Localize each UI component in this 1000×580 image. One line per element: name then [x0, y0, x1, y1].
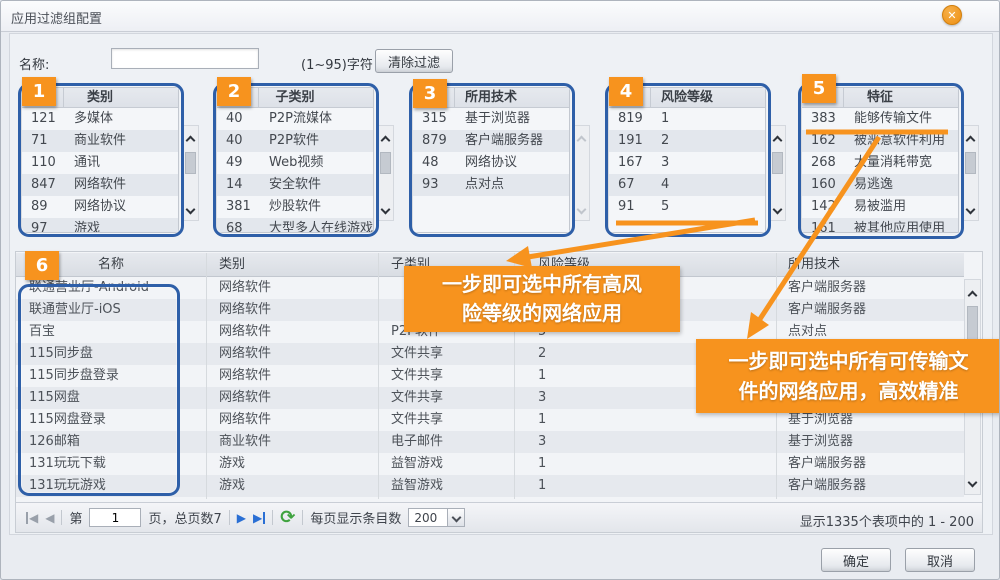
table-cell: 基于浏览器 — [788, 431, 853, 453]
step-badge-1: 1 — [22, 77, 56, 106]
table-cell: 客户端服务器 — [788, 299, 866, 321]
scroll-down-icon[interactable] — [187, 198, 194, 217]
table-cell: 3 — [538, 431, 546, 453]
list-scrollbar[interactable] — [182, 125, 199, 221]
close-button[interactable]: ✕ — [942, 5, 962, 25]
name-length-hint: (1~95)字符 — [301, 54, 373, 73]
close-icon: ✕ — [947, 9, 956, 22]
table-cell: 文件共享 — [391, 365, 443, 387]
scroll-down-icon[interactable] — [967, 198, 974, 217]
annotation-outline-4 — [605, 83, 771, 237]
pager-divider — [229, 510, 230, 525]
step-badge-5: 5 — [802, 74, 836, 103]
chevron-down-icon — [448, 508, 465, 527]
table-cell: 3 — [538, 387, 546, 409]
first-page-icon[interactable]: ◀ — [26, 512, 38, 524]
last-page-icon[interactable]: ▶ — [253, 512, 265, 524]
page-suffix-label: 页，总页数7 — [148, 508, 221, 527]
pager-divider — [61, 510, 62, 525]
step-badge-3: 3 — [413, 79, 447, 108]
list-scrollbar[interactable] — [769, 125, 786, 221]
scroll-up-icon[interactable] — [187, 129, 194, 148]
scroll-down-icon[interactable] — [774, 198, 781, 217]
page-number-input[interactable] — [89, 508, 141, 527]
annotation-outline-2 — [213, 83, 379, 237]
annotation-outline-6 — [18, 284, 180, 496]
scroll-thumb[interactable] — [380, 152, 391, 174]
clear-filter-button[interactable]: 清除过滤 — [375, 49, 453, 73]
column-header: 类别 — [219, 253, 245, 277]
table-cell: 游戏 — [219, 475, 245, 497]
table-cell: 1 — [538, 409, 546, 431]
scroll-up-icon[interactable] — [774, 129, 781, 148]
scroll-down-icon[interactable] — [578, 198, 585, 217]
scroll-up-icon[interactable] — [382, 129, 389, 148]
dialog-titlebar: 应用过滤组配置 — [1, 1, 999, 32]
table-cell: 客户端服务器 — [788, 475, 866, 497]
annotation-outline-1 — [18, 83, 184, 237]
name-input[interactable] — [111, 48, 259, 69]
scroll-up-icon[interactable] — [578, 129, 585, 148]
list-scrollbar[interactable] — [962, 125, 979, 221]
table-cell: 网络软件 — [219, 409, 271, 431]
range-info: 显示1335个表项中的 1 - 200 — [800, 511, 974, 530]
scroll-thumb[interactable] — [772, 152, 783, 174]
list-scrollbar[interactable] — [377, 125, 394, 221]
column-divider — [378, 253, 379, 499]
step-badge-6: 6 — [25, 251, 59, 280]
table-cell: 1 — [538, 365, 546, 387]
pager-divider — [302, 510, 303, 525]
table-cell: 网络软件 — [219, 365, 271, 387]
name-label: 名称: — [19, 54, 49, 73]
scroll-up-icon[interactable] — [969, 284, 976, 303]
annotation-callout-feature: 一步即可选中所有可传输文 件的网络应用，高效精准 — [696, 339, 1000, 413]
table-cell: 客户端服务器 — [788, 277, 866, 299]
per-page-value: 200 — [408, 508, 448, 527]
ok-button[interactable]: 确定 — [821, 548, 891, 572]
refresh-icon[interactable]: ⟳ — [280, 509, 295, 527]
table-cell: 客户端服务器 — [788, 453, 866, 475]
dialog-title: 应用过滤组配置 — [11, 8, 102, 27]
table-cell: 网络软件 — [219, 277, 271, 299]
table-cell: 商业软件 — [219, 431, 271, 453]
list-scrollbar[interactable] — [573, 125, 590, 221]
table-cell: 益智游戏 — [391, 453, 443, 475]
pagination-bar: ◀ ◀ 第 页，总页数7 ▶ ▶ ⟳ 每页显示条目数 200 显示1335个表项… — [16, 502, 982, 532]
page-prefix-label: 第 — [69, 508, 82, 527]
column-divider — [206, 253, 207, 499]
scroll-thumb[interactable] — [965, 152, 976, 174]
column-header: 所用技术 — [788, 253, 840, 277]
scroll-thumb[interactable] — [185, 152, 196, 174]
annotation-callout-risk: 一步即可选中所有高风 险等级的网络应用 — [404, 266, 680, 332]
step-badge-2: 2 — [217, 77, 251, 106]
table-cell: 1 — [538, 453, 546, 475]
step-badge-4: 4 — [609, 77, 643, 106]
table-cell: 2 — [538, 343, 546, 365]
scroll-up-icon[interactable] — [967, 129, 974, 148]
table-cell: 游戏 — [219, 453, 245, 475]
table-cell: 文件共享 — [391, 387, 443, 409]
pager-divider — [272, 510, 273, 525]
per-page-label: 每页显示条目数 — [310, 508, 401, 527]
next-page-icon[interactable]: ▶ — [237, 512, 246, 524]
table-cell: 网络软件 — [219, 343, 271, 365]
table-cell: 网络软件 — [219, 299, 271, 321]
table-cell: 文件共享 — [391, 343, 443, 365]
prev-page-icon[interactable]: ◀ — [45, 512, 54, 524]
annotation-outline-5 — [798, 83, 964, 239]
table-cell: 文件共享 — [391, 409, 443, 431]
scroll-down-icon[interactable] — [382, 198, 389, 217]
table-cell: 网络软件 — [219, 387, 271, 409]
per-page-select[interactable]: 200 — [408, 508, 465, 527]
cancel-button[interactable]: 取消 — [905, 548, 975, 572]
app-filter-group-dialog: 应用过滤组配置 ✕ 名称: (1~95)字符 清除过滤 类别121多媒体71商业… — [0, 0, 1000, 580]
table-cell: 1 — [538, 475, 546, 497]
table-cell: 电子邮件 — [391, 431, 443, 453]
scroll-down-icon[interactable] — [969, 471, 976, 490]
table-cell: 益智游戏 — [391, 475, 443, 497]
table-cell: 网络软件 — [219, 321, 271, 343]
